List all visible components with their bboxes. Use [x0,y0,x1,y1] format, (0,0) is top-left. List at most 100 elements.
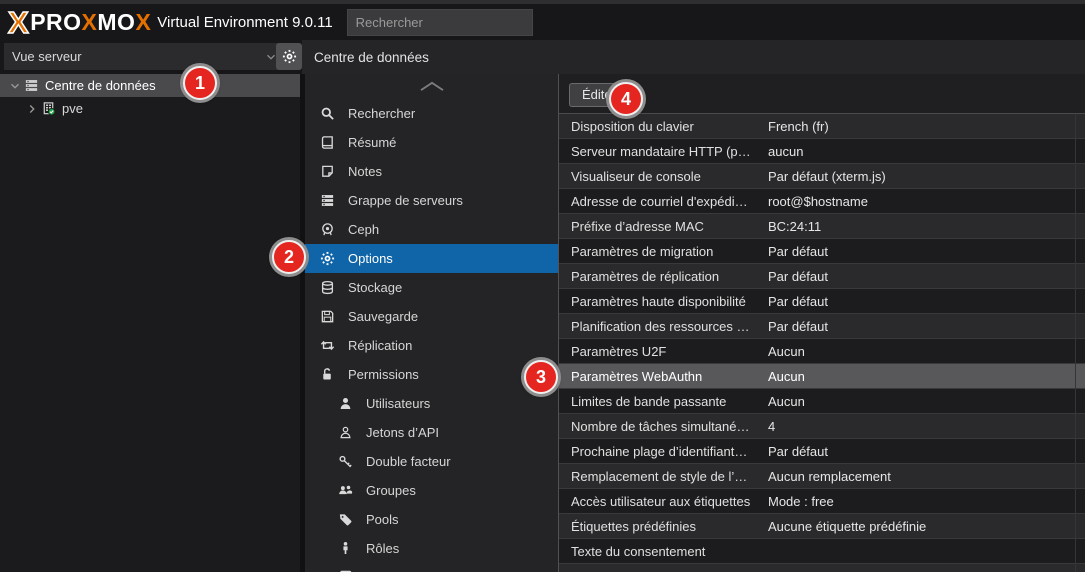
option-value: Aucun [768,394,1085,409]
logo-text: MO [97,9,135,36]
sidebar-item-rechercher[interactable]: Rechercher [305,99,558,128]
gear-icon [282,49,297,64]
sidebar-item-groupes[interactable]: Groupes [305,476,558,505]
options-row-parametres-de-migration[interactable]: Paramètres de migrationPar défaut [559,239,1085,264]
view-mode-label: Vue serveur [12,49,264,64]
options-row-parametres-webauthn[interactable]: Paramètres WebAuthnAucun [559,364,1085,389]
option-name: Visualiseur de console [559,169,768,184]
sidebar-item-roles[interactable]: Rôles [305,534,558,563]
sidebar-item-label: Permissions [348,367,419,382]
sidebar-item-utilisateurs[interactable]: Utilisateurs [305,389,558,418]
node-icon [41,101,56,116]
chevron-right-icon[interactable] [25,102,39,116]
option-value: Mode : free [768,494,1085,509]
sidebar-item-label: Double facteur [366,454,451,469]
option-name: Paramètres U2F [559,344,768,359]
resource-tree: Centre de données pve [0,74,300,572]
options-row-visualiseur-de-console[interactable]: Visualiseur de consolePar défaut (xterm.… [559,164,1085,189]
topbar: X PRO X MO X Virtual Environment 9.0.11 [0,4,1085,40]
sidebar-item-label: Options [348,251,393,266]
view-mode-select[interactable]: Vue serveur [4,43,286,70]
options-table: Disposition du clavierFrench (fr)Serveur… [559,114,1085,572]
book-icon [319,135,336,150]
sidebar-item-permissions[interactable]: Permissions [305,360,558,389]
options-row-texte-du-consentement[interactable]: Texte du consentement [559,539,1085,564]
search-input[interactable] [347,9,533,36]
options-row-etiquettes-predefinies[interactable]: Étiquettes prédéfiniesAucune étiquette p… [559,514,1085,539]
option-name: Nombre de tâches simultané… [559,419,768,434]
option-name: Étiquettes prédéfinies [559,519,768,534]
ceph-icon [319,222,336,237]
option-value: Par défaut [768,244,1085,259]
option-name: Serveur mandataire HTTP (p… [559,144,768,159]
breadcrumb: Centre de données [302,40,1085,75]
sidebar-item-stockage[interactable]: Stockage [305,273,558,302]
options-row-prefixe-d-adresse-mac[interactable]: Préfixe d’adresse MACBC:24:11 [559,214,1085,239]
options-row-parametres-de-replication[interactable]: Paramètres de réplicationPar défaut [559,264,1085,289]
sidebar-item-replication[interactable]: Réplication [305,331,558,360]
sidebar-item-pools[interactable]: Pools [305,505,558,534]
option-value: Aucun [768,344,1085,359]
section-sidebar: Rechercher Résumé Notes Grappe de serveurs C… [305,74,558,572]
sidebar-item-label: Réplication [348,338,412,353]
sidebar-item-options[interactable]: Options [305,244,558,273]
annotation-badge-1: 1 [183,66,217,100]
retweet-icon [319,338,336,353]
options-row-prochaine-plage-d-identifiant[interactable]: Prochaine plage d’identifiant…Par défaut [559,439,1085,464]
options-row-adresse-de-courriel-d-expedi[interactable]: Adresse de courriel d'expédi…root@$hostn… [559,189,1085,214]
chevron-down-icon[interactable] [8,79,22,93]
option-value: Aucune étiquette prédéfinie [768,519,1085,534]
sidebar-item-resume[interactable]: Résumé [305,128,558,157]
sidebar-item-double-facteur[interactable]: Double facteur [305,447,558,476]
options-row-acces-utilisateur-aux-etiquettes[interactable]: Accès utilisateur aux étiquettesMode : f… [559,489,1085,514]
note-icon [319,164,336,179]
sidebar-item-label: Sauvegarde [348,309,418,324]
options-panel: Éditer Disposition du clavierFrench (fr)… [558,74,1085,572]
sidebar-item-jetons-d-api[interactable]: Jetons d’API [305,418,558,447]
sidebar-item-address-book[interactable] [305,563,558,572]
tree-item-pve[interactable]: pve [0,97,300,120]
option-name: Paramètres WebAuthn [559,369,768,384]
options-row-remplacement-de-style-de-l[interactable]: Remplacement de style de l’…Aucun rempla… [559,464,1085,489]
proxmox-app: X PRO X MO X Virtual Environment 9.0.11 … [0,0,1085,572]
tree-item-label: pve [62,101,83,116]
tag-icon [337,512,354,527]
sidebar-item-label: Résumé [348,135,396,150]
column-divider [1075,114,1076,572]
option-name: Prochaine plage d’identifiant… [559,444,768,459]
option-value: Aucun [768,369,1085,384]
sidebar-item-grappe-de-serveurs[interactable]: Grappe de serveurs [305,186,558,215]
sidebar-item-label: Grappe de serveurs [348,193,463,208]
options-row-serveur-mandataire-http-p[interactable]: Serveur mandataire HTTP (p…aucun [559,139,1085,164]
options-row-planification-des-ressources[interactable]: Planification des ressources …Par défaut [559,314,1085,339]
option-name: Remplacement de style de l’… [559,469,768,484]
option-value: Par défaut (xterm.js) [768,169,1085,184]
option-name: Paramètres de migration [559,244,768,259]
user-o-icon [337,425,354,440]
page-title: Centre de données [314,50,429,65]
unlock-icon [319,367,336,382]
server-icon [319,193,336,208]
options-row-parametres-haute-disponibilite[interactable]: Paramètres haute disponibilitéPar défaut [559,289,1085,314]
main-area: Centre de données pve Rechercher Résumé Not… [0,74,1085,572]
options-row-parametres-u2f[interactable]: Paramètres U2FAucun [559,339,1085,364]
option-value: Par défaut [768,294,1085,309]
option-name: Préfixe d’adresse MAC [559,219,768,234]
sidebar-item-label: Pools [366,512,399,527]
sidebar-item-notes[interactable]: Notes [305,157,558,186]
options-row-disposition-du-clavier[interactable]: Disposition du clavierFrench (fr) [559,114,1085,139]
tree-item-centre-de-donnees[interactable]: Centre de données [0,74,300,97]
gear-icon [319,251,336,266]
options-row-nombre-de-taches-simultane[interactable]: Nombre de tâches simultané…4 [559,414,1085,439]
options-row-limites-de-bande-passante[interactable]: Limites de bande passanteAucun [559,389,1085,414]
option-value: aucun [768,144,1085,159]
tree-settings-button[interactable] [276,43,302,70]
option-name: Limites de bande passante [559,394,768,409]
logo-text: X [135,9,151,36]
logo-x-icon: X [8,7,29,38]
option-value: BC:24:11 [768,219,1085,234]
sidebar-item-sauvegarde[interactable]: Sauvegarde [305,302,558,331]
scroll-up-indicator[interactable] [305,74,558,99]
sidebar-item-label: Ceph [348,222,379,237]
sidebar-item-ceph[interactable]: Ceph [305,215,558,244]
